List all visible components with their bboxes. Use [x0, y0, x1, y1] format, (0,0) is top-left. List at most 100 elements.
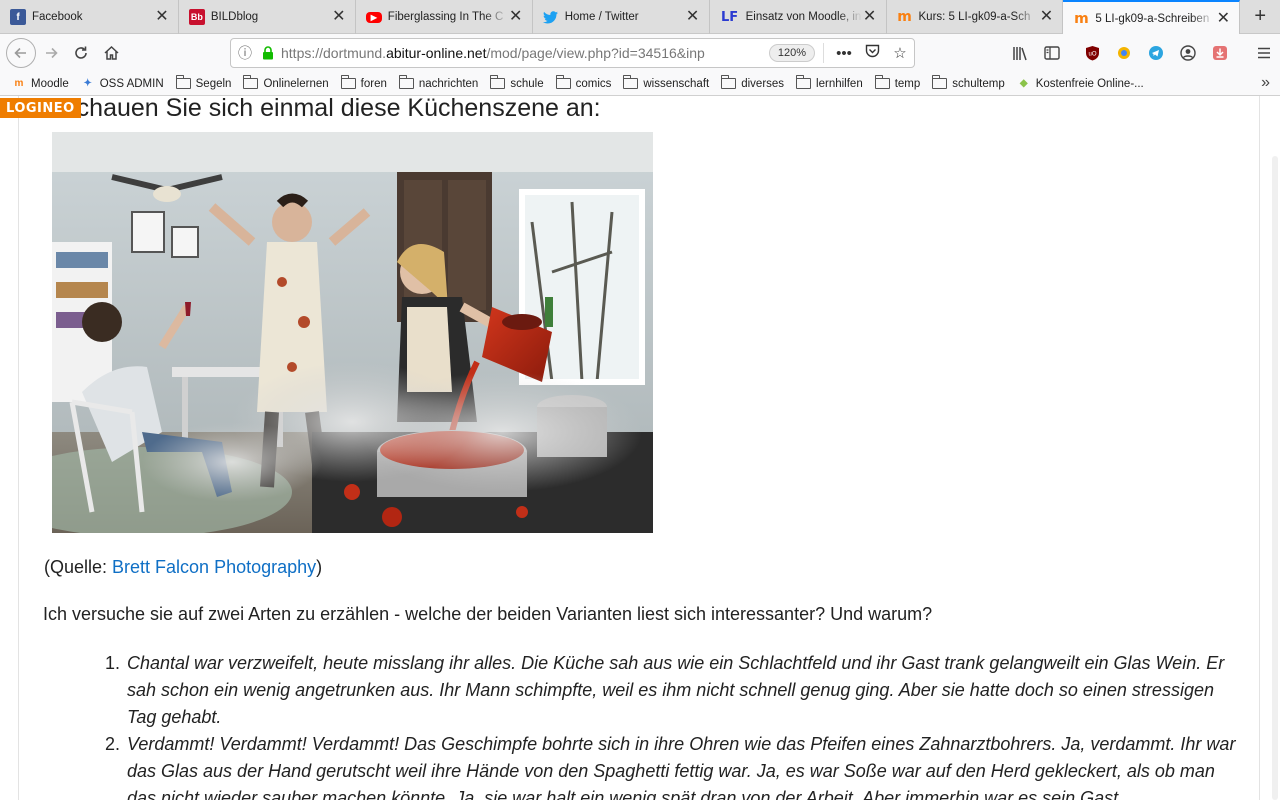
folder-icon: [721, 75, 737, 89]
page-viewport: LOGINEO Schauen Sie sich einmal diese Kü…: [0, 96, 1280, 800]
reload-icon: [75, 46, 87, 59]
tab-title: Fiberglassing In The C: [387, 11, 504, 23]
variants-list: 1. Chantal war verzweifelt, heute missla…: [105, 650, 1237, 800]
close-icon[interactable]: ✕: [508, 9, 524, 25]
tab-title: Home / Twitter: [564, 11, 639, 23]
bookmark-label: temp: [894, 77, 921, 90]
download-icon[interactable]: [1204, 34, 1236, 72]
reload-button[interactable]: [66, 38, 96, 68]
tab-title: 5 LI-gk09-a-Schreiben: [1095, 12, 1210, 25]
library-icon[interactable]: [1004, 34, 1036, 72]
telegram-icon[interactable]: [1140, 34, 1172, 72]
puzzle-icon: ◆: [1019, 78, 1028, 89]
toolbar-right: uO: [1004, 34, 1280, 72]
close-icon[interactable]: ✕: [685, 9, 701, 25]
folder-icon: [555, 75, 571, 89]
close-icon[interactable]: ✕: [154, 9, 170, 25]
folder-icon: [623, 75, 639, 89]
bookmark-item[interactable]: schultemp: [932, 75, 1005, 90]
tab-moodle-page-active[interactable]: m 5 LI-gk09-a-Schreiben ✕: [1063, 0, 1241, 35]
folder-icon: [490, 75, 506, 89]
pocket-icon[interactable]: [858, 44, 886, 62]
bookmark-item[interactable]: comics: [555, 75, 612, 90]
tab-youtube[interactable]: ▶ Fiberglassing In The C ✕: [356, 0, 533, 34]
close-icon[interactable]: ✕: [1038, 9, 1054, 25]
source-link[interactable]: Brett Falcon Photography: [112, 557, 316, 577]
bookmark-item[interactable]: foren: [340, 75, 387, 90]
bookmark-label: comics: [575, 77, 612, 90]
tab-lf[interactable]: LF Einsatz von Moodle, in ✕: [710, 0, 887, 34]
folder-icon: [932, 75, 948, 89]
tab-bildblog[interactable]: Bb BILDblog ✕: [179, 0, 356, 34]
ublock-icon[interactable]: uO: [1076, 34, 1108, 72]
tab-facebook[interactable]: f Facebook ✕: [0, 0, 179, 34]
url-separator: [823, 43, 824, 63]
sidebar-toggle-icon[interactable]: [1036, 34, 1068, 72]
zoom-level-badge[interactable]: 120%: [768, 44, 815, 62]
bookmark-label: foren: [360, 77, 387, 90]
moodle-icon: m: [1074, 10, 1089, 27]
bookmark-label: lernhilfen: [816, 77, 863, 90]
info-icon[interactable]: ⓘ: [231, 43, 259, 63]
bookmark-item[interactable]: temp: [874, 75, 921, 90]
moodle-icon: m: [897, 9, 912, 25]
url-bar[interactable]: ⓘ https://dortmund.abitur-online.net/mod…: [230, 38, 915, 68]
bookmark-item[interactable]: m Moodle: [12, 77, 69, 91]
bookmark-item[interactable]: wissenschaft: [623, 75, 710, 90]
bookmark-item[interactable]: nachrichten: [398, 75, 479, 90]
bookmark-label: Onlinelernen: [263, 77, 329, 90]
tab-moodle-kurs[interactable]: m Kurs: 5 LI-gk09-a-Sch ✕: [887, 0, 1064, 34]
close-icon[interactable]: ✕: [331, 9, 347, 25]
tab-title: Einsatz von Moodle, in: [745, 11, 862, 23]
bookmark-star-icon[interactable]: ☆: [886, 44, 914, 62]
bookmark-label: wissenschaft: [643, 77, 710, 90]
moodle-icon: m: [14, 78, 24, 89]
arrow-left-icon: [14, 47, 26, 59]
new-tab-button[interactable]: +: [1240, 0, 1280, 33]
logineo-logo[interactable]: LOGINEO: [0, 98, 81, 118]
extension-wizard-icon[interactable]: [1108, 34, 1140, 72]
bildblog-icon: Bb: [188, 9, 205, 25]
bookmark-item[interactable]: lernhilfen: [796, 75, 863, 90]
home-button[interactable]: [96, 38, 126, 68]
page-scrollbar[interactable]: [1272, 156, 1278, 800]
page-actions-menu-icon[interactable]: •••: [830, 45, 858, 62]
bookmark-label: schule: [510, 77, 544, 90]
bookmark-item[interactable]: Segeln: [175, 75, 231, 90]
folder-icon: [398, 75, 414, 89]
list-item: 2. Verdammt! Verdammt! Verdammt! Das Ges…: [105, 731, 1237, 800]
bookmark-item[interactable]: Onlinelernen: [243, 75, 329, 90]
tab-title: BILDblog: [210, 11, 259, 23]
hamburger-menu-icon[interactable]: [1248, 34, 1280, 72]
close-icon[interactable]: ✕: [1215, 10, 1231, 27]
folder-icon: [874, 75, 890, 89]
tab-title: Facebook: [32, 11, 83, 23]
bookmark-label: OSS ADMIN: [99, 77, 164, 90]
list-item: 1. Chantal war verzweifelt, heute missla…: [105, 650, 1237, 731]
home-icon: [103, 45, 119, 60]
list-number: 2.: [105, 734, 121, 754]
forward-button[interactable]: [36, 38, 66, 68]
tab-strip: f Facebook ✕ Bb BILDblog ✕ ▶ Fiberglassi…: [0, 0, 1280, 35]
url-text[interactable]: https://dortmund.abitur-online.net/mod/p…: [277, 45, 769, 61]
bookmark-item[interactable]: ◆ Kostenfreie Online-...: [1017, 77, 1144, 91]
facebook-icon: f: [10, 9, 26, 25]
variant-text: Verdammt! Verdammt! Verdammt! Das Geschi…: [127, 734, 1236, 800]
kitchen-scene-photo: [52, 132, 653, 533]
image-source-caption: (Quelle: Brett Falcon Photography): [44, 557, 322, 578]
twitter-icon: [543, 9, 559, 25]
tab-twitter[interactable]: Home / Twitter ✕: [533, 0, 710, 34]
url-path: /mod/page/view.php?id=34516&inp: [486, 45, 705, 61]
bookmark-item[interactable]: ✦ OSS ADMIN: [81, 77, 164, 91]
bookmark-item[interactable]: diverses: [721, 75, 785, 90]
chevron-more-icon[interactable]: »: [1261, 74, 1270, 92]
bookmark-label: diverses: [741, 77, 785, 90]
url-prefix: https://dortmund.: [281, 45, 387, 61]
account-icon[interactable]: [1172, 34, 1204, 72]
back-button[interactable]: [6, 38, 36, 68]
bookmark-label: nachrichten: [418, 77, 479, 90]
bookmark-item[interactable]: schule: [490, 75, 544, 90]
close-icon[interactable]: ✕: [862, 9, 878, 25]
lock-icon[interactable]: [259, 46, 277, 60]
